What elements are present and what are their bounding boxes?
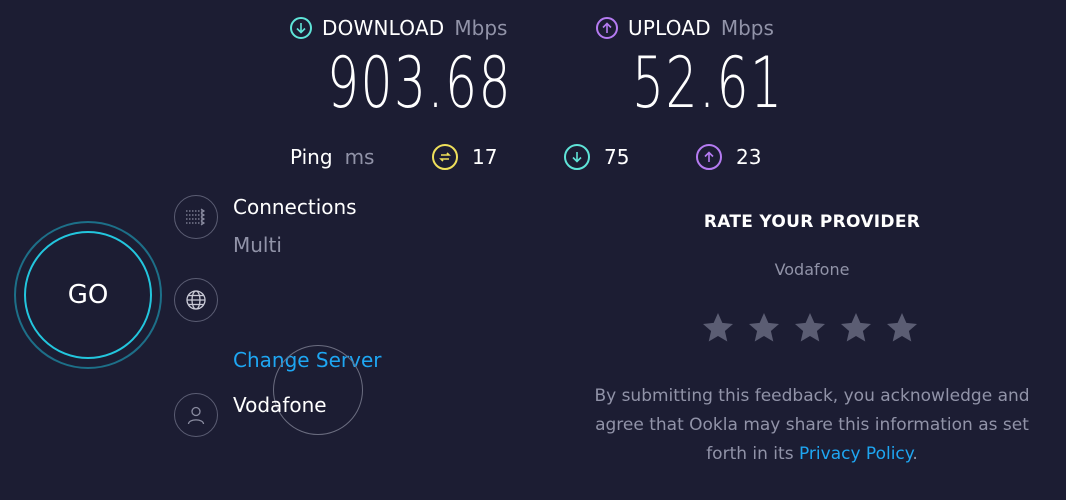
star-rating [700,310,920,346]
arrow-up-icon [596,17,618,39]
ping-download-value: 75 [604,145,630,169]
star-2-icon[interactable] [746,310,782,346]
rate-title: RATE YOUR PROVIDER [703,212,921,232]
idle-latency-icon [432,144,458,170]
ping-idle-value: 17 [472,145,498,169]
upload-label: UPLOAD [628,16,711,40]
rate-provider-name: Vodafone [774,260,850,279]
disclaimer-line-3: forth in its Privacy Policy. [567,440,1057,469]
click-ripple [273,345,363,435]
go-button-label: GO [67,280,109,310]
disclaimer-prefix: forth in its [706,444,799,464]
arrow-up-icon [696,144,722,170]
download-unit: Mbps [454,16,508,40]
download-label: DOWNLOAD [322,16,445,40]
disclaimer-suffix: . [912,444,918,464]
feedback-disclaimer: By submitting this feedback, you acknowl… [567,382,1057,469]
ping-download: 75 [564,144,629,170]
upload-header: UPLOAD Mbps [596,16,774,40]
privacy-policy-link[interactable]: Privacy Policy [799,444,912,464]
connections-title: Connections [233,195,357,219]
upload-unit: Mbps [720,16,774,40]
disclaimer-line-2: agree that Ookla may share this informat… [595,415,1029,435]
arrow-down-icon [290,17,312,39]
user-icon [174,393,218,437]
star-1-icon[interactable] [700,310,736,346]
upload-value: 52.61 [632,42,784,124]
disclaimer-line-1: By submitting this feedback, you acknowl… [594,386,1030,406]
ping-label-group: Ping ms [290,145,374,169]
go-button[interactable]: GO [24,231,152,359]
star-4-icon[interactable] [838,310,874,346]
globe-icon [174,278,218,322]
ping-upload-value: 23 [736,145,762,169]
download-value: 903.68 [327,42,512,124]
server-name-redacted [233,286,423,288]
isp-name: Vodafone [233,393,327,417]
connections-value: Multi [233,233,282,257]
connections-icon [174,195,218,239]
ping-unit: ms [344,145,375,169]
go-button-ring: GO [14,221,162,369]
arrow-down-icon [564,144,590,170]
ping-idle: 17 [432,144,497,170]
download-header: DOWNLOAD Mbps [290,16,507,40]
ping-label: Ping [290,145,333,169]
ping-upload: 23 [696,144,761,170]
star-5-icon[interactable] [884,310,920,346]
star-3-icon[interactable] [792,310,828,346]
